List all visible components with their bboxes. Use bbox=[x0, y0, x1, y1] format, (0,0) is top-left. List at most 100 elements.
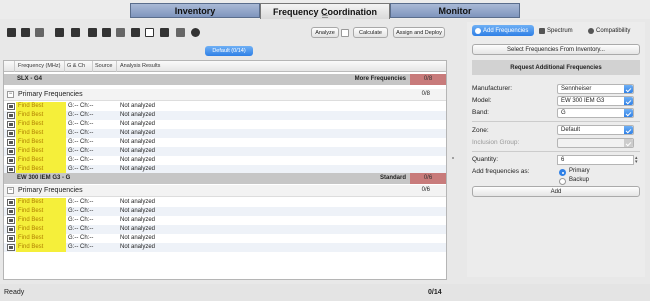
table-row[interactable]: Find Best G:-- Ch:-- Not analyzed bbox=[4, 207, 446, 216]
lock-icon[interactable] bbox=[7, 112, 15, 119]
quantity-stepper[interactable]: 6 ▴ ▾ bbox=[557, 155, 638, 165]
manufacturer-select[interactable]: Sennheiser bbox=[557, 84, 634, 94]
col-source[interactable]: Source bbox=[95, 63, 112, 69]
col-frequency[interactable]: Frequency (MHz) bbox=[18, 63, 60, 69]
table-row[interactable]: Find Best G:-- Ch:-- Not analyzed bbox=[4, 156, 446, 165]
find-best-button[interactable]: Find Best bbox=[16, 156, 66, 165]
folder-icon[interactable] bbox=[88, 28, 97, 37]
find-best-button[interactable]: Find Best bbox=[16, 225, 66, 234]
find-best-button[interactable]: Find Best bbox=[16, 102, 66, 111]
splitter-handle-icon[interactable] bbox=[451, 155, 455, 163]
primary-section[interactable]: − Primary Frequencies 0/6 bbox=[4, 185, 446, 197]
table-row[interactable]: Find Best G:-- Ch:-- Not analyzed bbox=[4, 243, 446, 252]
lock-icon[interactable] bbox=[7, 166, 15, 173]
tab-inventory[interactable]: Inventory bbox=[130, 3, 260, 18]
tab-add-frequencies[interactable]: Add Frequencies bbox=[472, 25, 534, 36]
section-count: 0/8 bbox=[421, 91, 430, 97]
find-best-button[interactable]: Find Best bbox=[16, 120, 66, 129]
lock-icon[interactable] bbox=[7, 199, 15, 206]
band-select[interactable]: G bbox=[557, 108, 634, 118]
table-row[interactable]: Find Best G:-- Ch:-- Not analyzed bbox=[4, 102, 446, 111]
lock-icon[interactable] bbox=[7, 103, 15, 110]
find-best-button[interactable]: Find Best bbox=[16, 243, 66, 252]
lock-icon[interactable] bbox=[7, 244, 15, 251]
analysis-result: Not analyzed bbox=[120, 166, 156, 172]
find-best-button[interactable]: Find Best bbox=[16, 207, 66, 216]
find-best-button[interactable]: Find Best bbox=[16, 216, 66, 225]
table-row[interactable]: Find Best G:-- Ch:-- Not analyzed bbox=[4, 120, 446, 129]
analyze-button[interactable]: Analyze bbox=[311, 27, 339, 38]
find-best-button[interactable]: Find Best bbox=[16, 138, 66, 147]
analysis-result: Not analyzed bbox=[120, 226, 156, 232]
lock-icon[interactable] bbox=[7, 28, 16, 37]
section-label: Primary Frequencies bbox=[18, 91, 83, 98]
collapse-icon[interactable] bbox=[71, 28, 80, 37]
select-from-inventory-button[interactable]: Select Frequencies From Inventory... bbox=[472, 44, 640, 55]
model-select[interactable]: EW 300 IEM G3 bbox=[557, 96, 634, 106]
group-channel: G:-- Ch:-- bbox=[68, 103, 94, 109]
delete-icon[interactable] bbox=[116, 28, 125, 37]
zone-select[interactable]: Default bbox=[557, 125, 634, 135]
table-row[interactable]: Find Best G:-- Ch:-- Not analyzed bbox=[4, 147, 446, 156]
document-icon[interactable] bbox=[145, 28, 154, 37]
list-icon[interactable] bbox=[55, 28, 64, 37]
resize-handle-icon[interactable] bbox=[320, 14, 330, 18]
plus-icon bbox=[475, 27, 481, 34]
table-row[interactable]: Find Best G:-- Ch:-- Not analyzed bbox=[4, 138, 446, 147]
lock-icon[interactable] bbox=[7, 130, 15, 137]
group-name: EW 300 IEM G3 - G bbox=[17, 175, 71, 181]
tab-compatibility[interactable]: Compatibility bbox=[585, 25, 643, 36]
group-header[interactable]: EW 300 IEM G3 - G Standard 0/6 bbox=[4, 173, 446, 184]
find-best-button[interactable]: Find Best bbox=[16, 147, 66, 156]
tab-label: Add Frequencies bbox=[483, 27, 529, 34]
chart-icon[interactable] bbox=[176, 28, 185, 37]
group-header[interactable]: SLX - G4 More Frequencies 0/8 bbox=[4, 74, 446, 85]
calculate-button[interactable]: Calculate bbox=[353, 27, 388, 38]
table-row[interactable]: Find Best G:-- Ch:-- Not analyzed bbox=[4, 129, 446, 138]
save-icon[interactable] bbox=[102, 28, 111, 37]
group-channel: G:-- Ch:-- bbox=[68, 199, 94, 205]
table-row[interactable]: Find Best G:-- Ch:-- Not analyzed bbox=[4, 216, 446, 225]
group-count: 0/6 bbox=[410, 173, 446, 184]
tab-label: Spectrum bbox=[547, 27, 573, 34]
backup-radio[interactable] bbox=[559, 178, 566, 185]
table-row[interactable]: Find Best G:-- Ch:-- Not analyzed bbox=[4, 225, 446, 234]
chevron-down-icon bbox=[624, 126, 633, 134]
stepper-arrows-icon[interactable]: ▴ ▾ bbox=[635, 156, 641, 165]
find-best-button[interactable]: Find Best bbox=[16, 198, 66, 207]
gear-icon[interactable] bbox=[191, 28, 200, 37]
unlock-icon[interactable] bbox=[35, 28, 44, 37]
collapse-icon[interactable]: − bbox=[7, 187, 14, 194]
grid-icon[interactable] bbox=[160, 28, 169, 37]
lock-icon[interactable] bbox=[21, 28, 30, 37]
col-g-ch[interactable]: G & Ch bbox=[67, 63, 85, 69]
zone-value: Default bbox=[561, 127, 581, 133]
find-best-button[interactable]: Find Best bbox=[16, 111, 66, 120]
table-row[interactable]: Find Best G:-- Ch:-- Not analyzed bbox=[4, 198, 446, 207]
table-row[interactable]: Find Best G:-- Ch:-- Not analyzed bbox=[4, 234, 446, 243]
find-best-button[interactable]: Find Best bbox=[16, 234, 66, 243]
lock-icon[interactable] bbox=[7, 217, 15, 224]
tab-spectrum[interactable]: Spectrum bbox=[536, 25, 584, 36]
lock-icon[interactable] bbox=[7, 226, 15, 233]
lock-icon[interactable] bbox=[7, 157, 15, 164]
add-button[interactable]: Add bbox=[472, 186, 640, 197]
primary-section[interactable]: − Primary Frequencies 0/8 bbox=[4, 89, 446, 101]
sort-icon[interactable] bbox=[131, 28, 140, 37]
lock-icon[interactable] bbox=[7, 148, 15, 155]
table-row[interactable]: Find Best G:-- Ch:-- Not analyzed bbox=[4, 111, 446, 120]
analyze-checkbox[interactable] bbox=[341, 29, 349, 37]
col-analysis-results[interactable]: Analysis Results bbox=[120, 63, 160, 69]
lock-icon[interactable] bbox=[7, 208, 15, 215]
default-zone-button[interactable]: Default (0/14) bbox=[205, 46, 253, 56]
primary-radio[interactable] bbox=[559, 169, 566, 176]
find-best-button[interactable]: Find Best bbox=[16, 129, 66, 138]
lock-icon[interactable] bbox=[7, 121, 15, 128]
lock-icon[interactable] bbox=[7, 235, 15, 242]
lock-icon[interactable] bbox=[7, 139, 15, 146]
assign-deploy-button[interactable]: Assign and Deploy bbox=[393, 27, 445, 38]
group-channel: G:-- Ch:-- bbox=[68, 235, 94, 241]
collapse-icon[interactable]: − bbox=[7, 91, 14, 98]
tab-monitor[interactable]: Monitor bbox=[390, 3, 520, 18]
group-channel: G:-- Ch:-- bbox=[68, 148, 94, 154]
